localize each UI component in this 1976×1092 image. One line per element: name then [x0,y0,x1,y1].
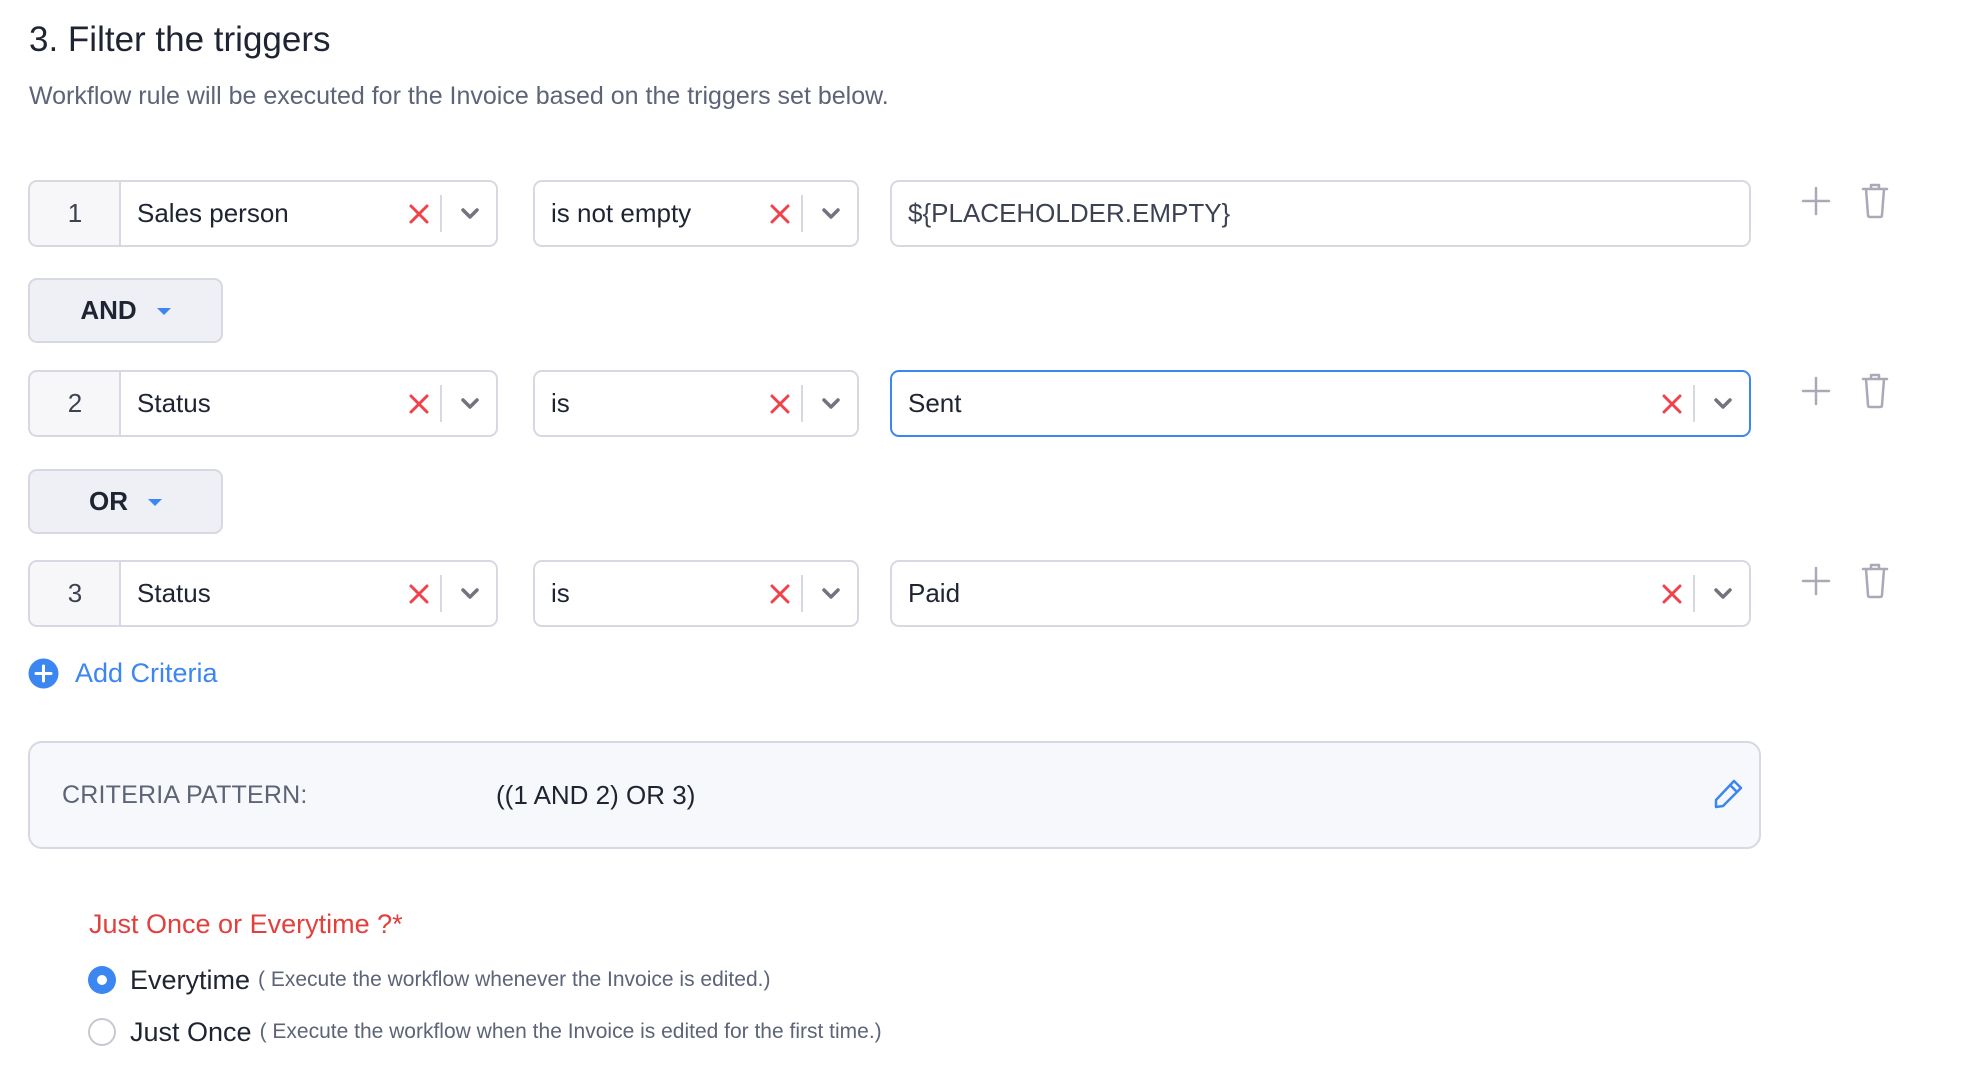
divider [801,195,803,232]
connector-label: AND [80,295,137,325]
operator-select-value: is not empty [551,198,692,228]
criteria-number: 2 [28,370,120,437]
field-select-value: Status [137,578,211,608]
trash-icon[interactable] [1858,181,1892,221]
value-select-value: Sent [908,388,962,418]
frequency-label: Just Once or Everytime ?* [89,909,403,939]
x-icon[interactable] [1659,391,1685,417]
criteria-number: 3 [28,560,120,627]
chevron-down-icon[interactable] [456,390,484,418]
x-icon[interactable] [767,201,793,227]
value-select-value: Paid [908,578,961,608]
trash-icon[interactable] [1858,561,1892,601]
field-select-value: Status [137,388,211,418]
caret-down-icon [148,499,162,506]
chevron-down-icon[interactable] [817,200,845,228]
radio-hint: ( Execute the workflow whenever the Invo… [258,968,771,991]
pencil-icon[interactable] [1710,776,1746,812]
value-select[interactable]: Sent [890,370,1751,437]
divider [801,575,803,612]
criteria-row-3: 3 Status is Paid [28,560,1928,627]
section-subtitle: Workflow rule will be executed for the I… [29,82,889,110]
divider [440,195,442,232]
chevron-down-icon[interactable] [456,580,484,608]
value-input-text: ${PLACEHOLDER.EMPTY} [908,198,1231,228]
field-select[interactable]: Sales person [119,180,498,247]
value-select[interactable]: Paid [890,560,1751,627]
plus-icon[interactable] [1799,374,1833,408]
x-icon[interactable] [767,581,793,607]
add-criteria-label: Add Criteria [75,657,218,688]
operator-select-value: is [551,578,570,608]
and-connector-button[interactable]: AND [28,278,223,343]
plus-circle-icon [28,658,59,688]
criteria-row-2: 2 Status is Sent [28,370,1928,437]
radio-hint: ( Execute the workflow when the Invoice … [259,1020,882,1043]
divider [801,385,803,422]
x-icon[interactable] [767,391,793,417]
radio-label: Everytime [130,964,251,995]
radio-label: Just Once [130,1016,252,1047]
chevron-down-icon[interactable] [456,200,484,228]
radio-checked-icon[interactable] [88,966,116,994]
divider [440,385,442,422]
field-select[interactable]: Status [119,560,498,627]
chevron-down-icon[interactable] [817,390,845,418]
caret-down-icon [156,308,171,315]
x-icon[interactable] [406,201,432,227]
field-select[interactable]: Status [119,370,498,437]
radio-everytime[interactable]: Everytime ( Execute the workflow wheneve… [88,962,770,998]
connector-label: OR [89,486,128,516]
criteria-row-1: 1 Sales person is not empty ${PLACEHOLDE… [28,180,1928,247]
operator-select[interactable]: is [533,370,859,437]
value-input[interactable]: ${PLACEHOLDER.EMPTY} [890,180,1751,247]
chevron-down-icon[interactable] [1709,390,1737,418]
field-select-value: Sales person [137,198,289,228]
plus-icon[interactable] [1799,184,1833,218]
operator-select-value: is [551,388,570,418]
criteria-pattern-label: CRITERIA PATTERN: [62,781,308,809]
radio-unchecked-icon[interactable] [88,1018,116,1046]
plus-icon[interactable] [1799,564,1833,598]
operator-select[interactable]: is [533,560,859,627]
divider [1693,575,1695,612]
operator-select[interactable]: is not empty [533,180,859,247]
criteria-pattern-panel: CRITERIA PATTERN: ((1 AND 2) OR 3) [28,741,1761,849]
radio-just-once[interactable]: Just Once ( Execute the workflow when th… [88,1014,882,1050]
criteria-number: 1 [28,180,120,247]
chevron-down-icon[interactable] [817,580,845,608]
x-icon[interactable] [406,581,432,607]
or-connector-button[interactable]: OR [28,469,223,534]
chevron-down-icon[interactable] [1709,580,1737,608]
x-icon[interactable] [1659,581,1685,607]
x-icon[interactable] [406,391,432,417]
divider [1693,385,1695,422]
add-criteria-link[interactable]: Add Criteria [28,655,218,691]
divider [440,575,442,612]
criteria-pattern-value: ((1 AND 2) OR 3) [496,780,696,810]
section-title: 3. Filter the triggers [29,20,331,59]
trash-icon[interactable] [1858,371,1892,411]
